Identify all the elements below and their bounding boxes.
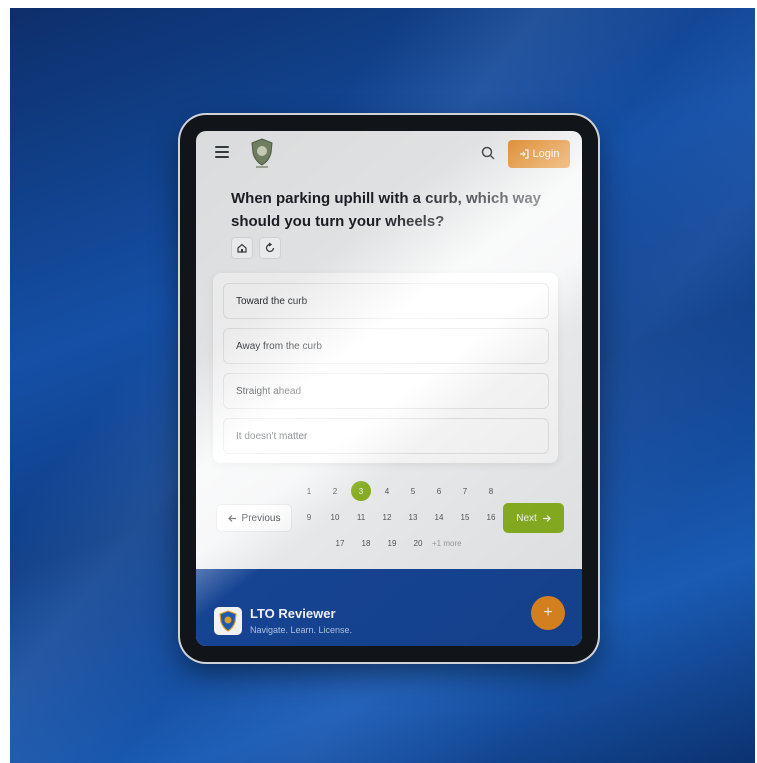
search-icon[interactable] xyxy=(480,145,496,161)
question-text: When parking uphill with a curb, which w… xyxy=(231,190,542,230)
restart-button[interactable] xyxy=(259,237,281,259)
page-number[interactable]: 13 xyxy=(403,507,423,527)
arrow-right-icon xyxy=(542,514,551,522)
more-pages-link[interactable]: +1 more xyxy=(432,533,462,553)
page-number[interactable]: 3 xyxy=(351,481,371,501)
page-number[interactable]: 5 xyxy=(403,481,423,501)
page-number[interactable]: 18 xyxy=(356,533,376,553)
answer-option[interactable]: Toward the curb xyxy=(223,283,549,319)
next-button[interactable]: Next xyxy=(503,503,564,533)
page-number[interactable]: 6 xyxy=(429,481,449,501)
page-number[interactable]: 9 xyxy=(299,507,319,527)
next-label: Next xyxy=(516,512,537,524)
app-tagline: Navigate. Learn. License. xyxy=(250,625,353,635)
login-icon xyxy=(519,149,529,159)
answer-option[interactable]: Straight ahead xyxy=(223,373,549,409)
page-number[interactable]: 10 xyxy=(325,507,345,527)
shield-logo-icon[interactable] xyxy=(249,137,275,169)
answer-option[interactable]: Away from the curb xyxy=(223,328,549,364)
page-number[interactable]: 12 xyxy=(377,507,397,527)
footer: LTO Reviewer Navigate. Learn. License. + xyxy=(196,569,582,646)
page-number[interactable]: 1 xyxy=(299,481,319,501)
answer-card: Toward the curb Away from the curb Strai… xyxy=(213,273,558,463)
login-button[interactable]: Login xyxy=(508,140,570,168)
page-number[interactable]: 14 xyxy=(429,507,449,527)
app-name: LTO Reviewer xyxy=(250,606,336,621)
home-icon xyxy=(237,243,247,253)
page-number[interactable]: 4 xyxy=(377,481,397,501)
floating-action-button[interactable]: + xyxy=(531,596,565,630)
page-number[interactable]: 7 xyxy=(455,481,475,501)
previous-button[interactable]: Previous xyxy=(216,504,292,532)
app-screen: Login When parking uphill with a curb, w… xyxy=(196,131,582,646)
page-number[interactable]: 17 xyxy=(330,533,350,553)
page-number[interactable]: 16 xyxy=(481,507,501,527)
page-number[interactable]: 15 xyxy=(455,507,475,527)
top-bar: Login xyxy=(196,131,582,175)
page-number[interactable]: 2 xyxy=(325,481,345,501)
page-number[interactable]: 11 xyxy=(351,507,371,527)
plus-icon: + xyxy=(543,604,553,621)
page-number[interactable]: 19 xyxy=(382,533,402,553)
menu-icon[interactable] xyxy=(215,146,229,158)
login-label: Login xyxy=(532,148,560,160)
answer-option[interactable]: It doesn't matter xyxy=(223,418,549,454)
page-number[interactable]: 8 xyxy=(481,481,501,501)
page-number[interactable]: 20 xyxy=(408,533,428,553)
app-logo-icon xyxy=(214,607,242,635)
previous-label: Previous xyxy=(241,512,281,524)
restart-icon xyxy=(265,242,275,253)
arrow-left-icon xyxy=(227,514,236,522)
home-button[interactable] xyxy=(231,237,253,259)
